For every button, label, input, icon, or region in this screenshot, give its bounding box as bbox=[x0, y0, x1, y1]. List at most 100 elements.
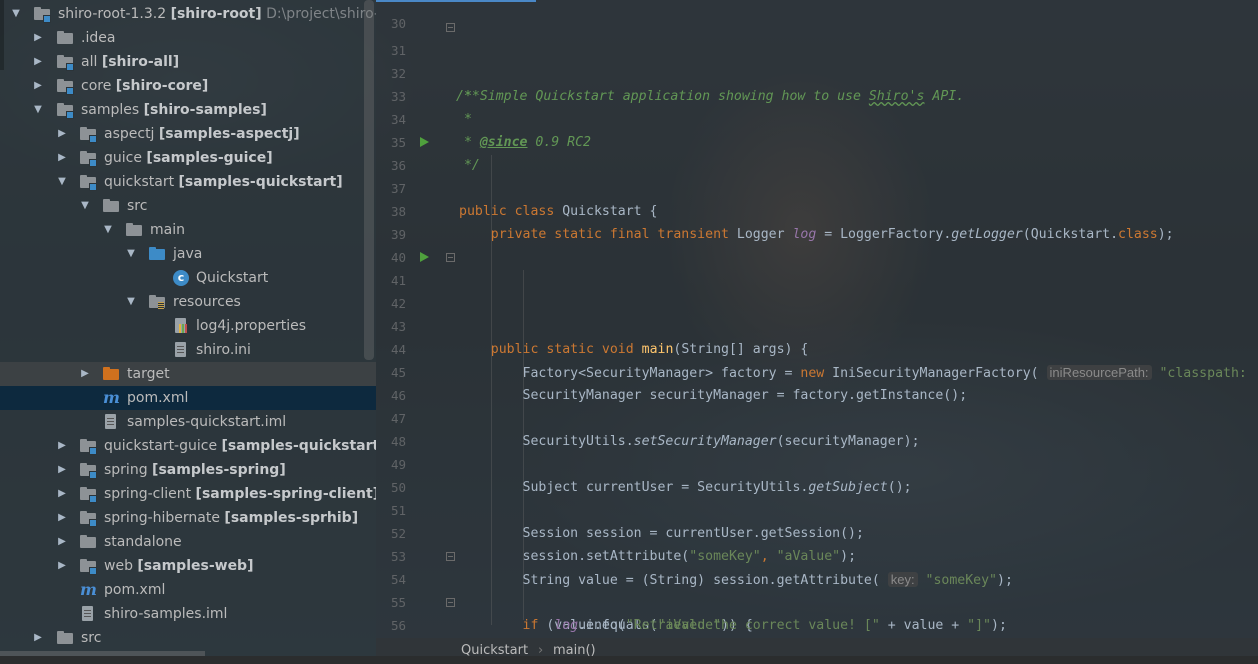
code-line-51[interactable]: 51 Session session = currentUser.getSess… bbox=[376, 476, 1258, 541]
collapsed-arrow-icon[interactable]: ▶ bbox=[56, 458, 68, 482]
code-line-48[interactable]: 48 bbox=[376, 407, 1258, 449]
tree-node-samples-iml[interactable]: shiro-samples.iml bbox=[0, 602, 376, 626]
code-line-41[interactable]: 41 public static void main(String[] args… bbox=[376, 246, 1258, 357]
tree-node-core[interactable]: ▶ core [shiro-core] bbox=[0, 74, 376, 98]
code-line-50[interactable]: 50 bbox=[376, 453, 1258, 495]
tree-node-label: resources bbox=[173, 294, 241, 310]
collapsed-arrow-icon[interactable]: ▶ bbox=[56, 122, 68, 146]
fold-icon[interactable] bbox=[446, 598, 455, 607]
tree-node-spring[interactable]: ▶ spring [samples-spring] bbox=[0, 458, 376, 482]
tree-node-label: standalone bbox=[104, 534, 182, 550]
expanded-arrow-icon[interactable]: ▼ bbox=[56, 170, 68, 194]
code-line-31[interactable]: 31 /** bbox=[376, 16, 1258, 104]
code-line-43[interactable]: 43 bbox=[376, 292, 1258, 334]
code-line-39[interactable]: 39 bbox=[376, 200, 1258, 242]
tree-node-log4j[interactable]: log4j.properties bbox=[0, 314, 376, 338]
run-gutter-icon[interactable] bbox=[420, 252, 429, 262]
horizontal-scrollbar[interactable] bbox=[0, 651, 205, 656]
run-gutter-icon[interactable] bbox=[420, 137, 429, 147]
tree-node-src[interactable]: ▼ src bbox=[0, 194, 376, 218]
tree-node-shiro-ini[interactable]: shiro.ini bbox=[0, 338, 376, 362]
fold-icon[interactable] bbox=[446, 23, 455, 32]
expanded-arrow-icon[interactable]: ▼ bbox=[102, 218, 114, 242]
collapsed-arrow-icon[interactable]: ▶ bbox=[79, 362, 91, 386]
code-line-55[interactable]: 55 log.info("Retrieved the correct value… bbox=[376, 568, 1258, 633]
code-line-32[interactable]: 32 * Simple Quickstart application showi… bbox=[376, 39, 1258, 104]
source-folder-icon bbox=[149, 246, 165, 262]
tree-node-samples[interactable]: ▼ samples [shiro-samples] bbox=[0, 98, 376, 122]
tree-node-label: .idea bbox=[81, 30, 116, 46]
code-line-34[interactable]: 34 * @since 0.9 RC2 bbox=[376, 85, 1258, 150]
tree-node-root[interactable]: ▼ shiro-root-1.3.2 [shiro-root] D:\proje… bbox=[0, 2, 376, 26]
collapsed-arrow-icon[interactable]: ▶ bbox=[56, 554, 68, 578]
tree-node-java[interactable]: ▼ java bbox=[0, 242, 376, 266]
code-line-56[interactable]: 56 } bbox=[376, 591, 1258, 633]
vertical-scrollbar[interactable] bbox=[364, 0, 374, 360]
collapsed-arrow-icon[interactable]: ▶ bbox=[56, 506, 68, 530]
tree-node-resources[interactable]: ▼ resources bbox=[0, 290, 376, 314]
code-line-44[interactable]: 44 Factory<SecurityManager> factory = ne… bbox=[376, 315, 1258, 381]
tree-node-idea[interactable]: ▶ .idea bbox=[0, 26, 376, 50]
tree-node-all[interactable]: ▶ all [shiro-all] bbox=[0, 50, 376, 74]
fold-icon[interactable] bbox=[446, 552, 455, 561]
expanded-arrow-icon[interactable]: ▼ bbox=[10, 2, 22, 26]
breadcrumb-method[interactable]: main() bbox=[553, 638, 596, 664]
code-line-40[interactable]: 40 bbox=[376, 223, 1258, 265]
collapsed-arrow-icon[interactable]: ▶ bbox=[32, 74, 44, 98]
tree-node-samples-pom[interactable]: m pom.xml bbox=[0, 578, 376, 602]
expanded-arrow-icon[interactable]: ▼ bbox=[32, 98, 44, 122]
tree-node-root-src[interactable]: ▶ src bbox=[0, 626, 376, 650]
tree-node-label: guice [samples-guice] bbox=[104, 150, 273, 166]
tree-node-main[interactable]: ▼ main bbox=[0, 218, 376, 242]
tree-node-quickstart[interactable]: ▼ quickstart [samples-quickstart] bbox=[0, 170, 376, 194]
collapsed-arrow-icon[interactable]: ▶ bbox=[56, 434, 68, 458]
resources-folder-icon bbox=[149, 294, 165, 310]
code-line-47[interactable]: 47 SecurityUtils.setSecurityManager(secu… bbox=[376, 384, 1258, 449]
code-line-35[interactable]: 35 */ bbox=[376, 108, 1258, 173]
code-line-30[interactable]: 30 bbox=[376, 0, 1258, 31]
code-line-52[interactable]: 52 session.setAttribute("someKey", "aVal… bbox=[376, 499, 1258, 564]
fold-icon[interactable] bbox=[446, 253, 455, 262]
collapsed-arrow-icon[interactable]: ▶ bbox=[32, 626, 44, 650]
tree-node-label: pom.xml bbox=[104, 582, 166, 598]
project-tool-window[interactable]: ▼ shiro-root-1.3.2 [shiro-root] D:\proje… bbox=[0, 0, 376, 656]
code-line-42[interactable]: 42 bbox=[376, 269, 1258, 311]
code-line-49[interactable]: 49 Subject currentUser = SecurityUtils.g… bbox=[376, 430, 1258, 495]
tree-node-guice[interactable]: ▶ guice [samples-guice] bbox=[0, 146, 376, 170]
breadcrumb-class[interactable]: Quickstart bbox=[461, 638, 528, 664]
expanded-arrow-icon[interactable]: ▼ bbox=[125, 242, 137, 266]
tree-node-label: core [shiro-core] bbox=[81, 78, 209, 94]
tree-node-aspectj[interactable]: ▶ aspectj [samples-aspectj] bbox=[0, 122, 376, 146]
maven-icon: m bbox=[80, 580, 97, 599]
expanded-arrow-icon[interactable]: ▼ bbox=[125, 290, 137, 314]
iml-file-icon bbox=[80, 606, 96, 622]
tree-node-spring-client[interactable]: ▶ spring-client [samples-spring-client] bbox=[0, 482, 376, 506]
code-line-36[interactable]: 36 public class Quickstart { bbox=[376, 131, 1258, 219]
module-folder-icon bbox=[80, 486, 97, 503]
tree-node-iml[interactable]: samples-quickstart.iml bbox=[0, 410, 376, 434]
code-line-45[interactable]: 45 SecurityManager securityManager = fac… bbox=[376, 338, 1258, 403]
collapsed-arrow-icon[interactable]: ▶ bbox=[56, 146, 68, 170]
tree-node-standalone[interactable]: ▶ standalone bbox=[0, 530, 376, 554]
collapsed-arrow-icon[interactable]: ▶ bbox=[56, 482, 68, 506]
tree-node-target[interactable]: ▶ target bbox=[0, 362, 376, 386]
code-line-46[interactable]: 46 bbox=[376, 361, 1258, 403]
code-line-37[interactable]: 37 bbox=[376, 154, 1258, 196]
code-line-33[interactable]: 33 * bbox=[376, 62, 1258, 127]
collapsed-arrow-icon[interactable]: ▶ bbox=[56, 530, 68, 554]
tree-node-quickstart-guice[interactable]: ▶ quickstart-guice [samples-quickstart-g… bbox=[0, 434, 376, 458]
tree-node-spring-hibernate[interactable]: ▶ spring-hibernate [samples-sprhib] bbox=[0, 506, 376, 530]
tree-node-web[interactable]: ▶ web [samples-web] bbox=[0, 554, 376, 578]
code-line-53[interactable]: 53 String value = (String) session.getAt… bbox=[376, 522, 1258, 588]
expanded-arrow-icon[interactable]: ▼ bbox=[79, 194, 91, 218]
collapsed-arrow-icon[interactable]: ▶ bbox=[32, 26, 44, 50]
tree-node-quickstart-class[interactable]: Quickstart bbox=[0, 266, 376, 290]
tree-node-label: quickstart-guice [samples-quickstart-gu bbox=[104, 438, 376, 454]
code-editor[interactable]: 30 31 /** 32 * Simple Quickstart applica… bbox=[376, 0, 1258, 638]
code-line-54[interactable]: 54 if (value.equals("aValue")) { bbox=[376, 545, 1258, 633]
code-line-38[interactable]: 38 private static final transient Logger… bbox=[376, 177, 1258, 242]
code-line-57[interactable]: 57 bbox=[376, 614, 1258, 637]
tree-node-pom-selected[interactable]: m pom.xml bbox=[0, 386, 376, 410]
properties-file-icon bbox=[173, 318, 189, 334]
collapsed-arrow-icon[interactable]: ▶ bbox=[32, 50, 44, 74]
